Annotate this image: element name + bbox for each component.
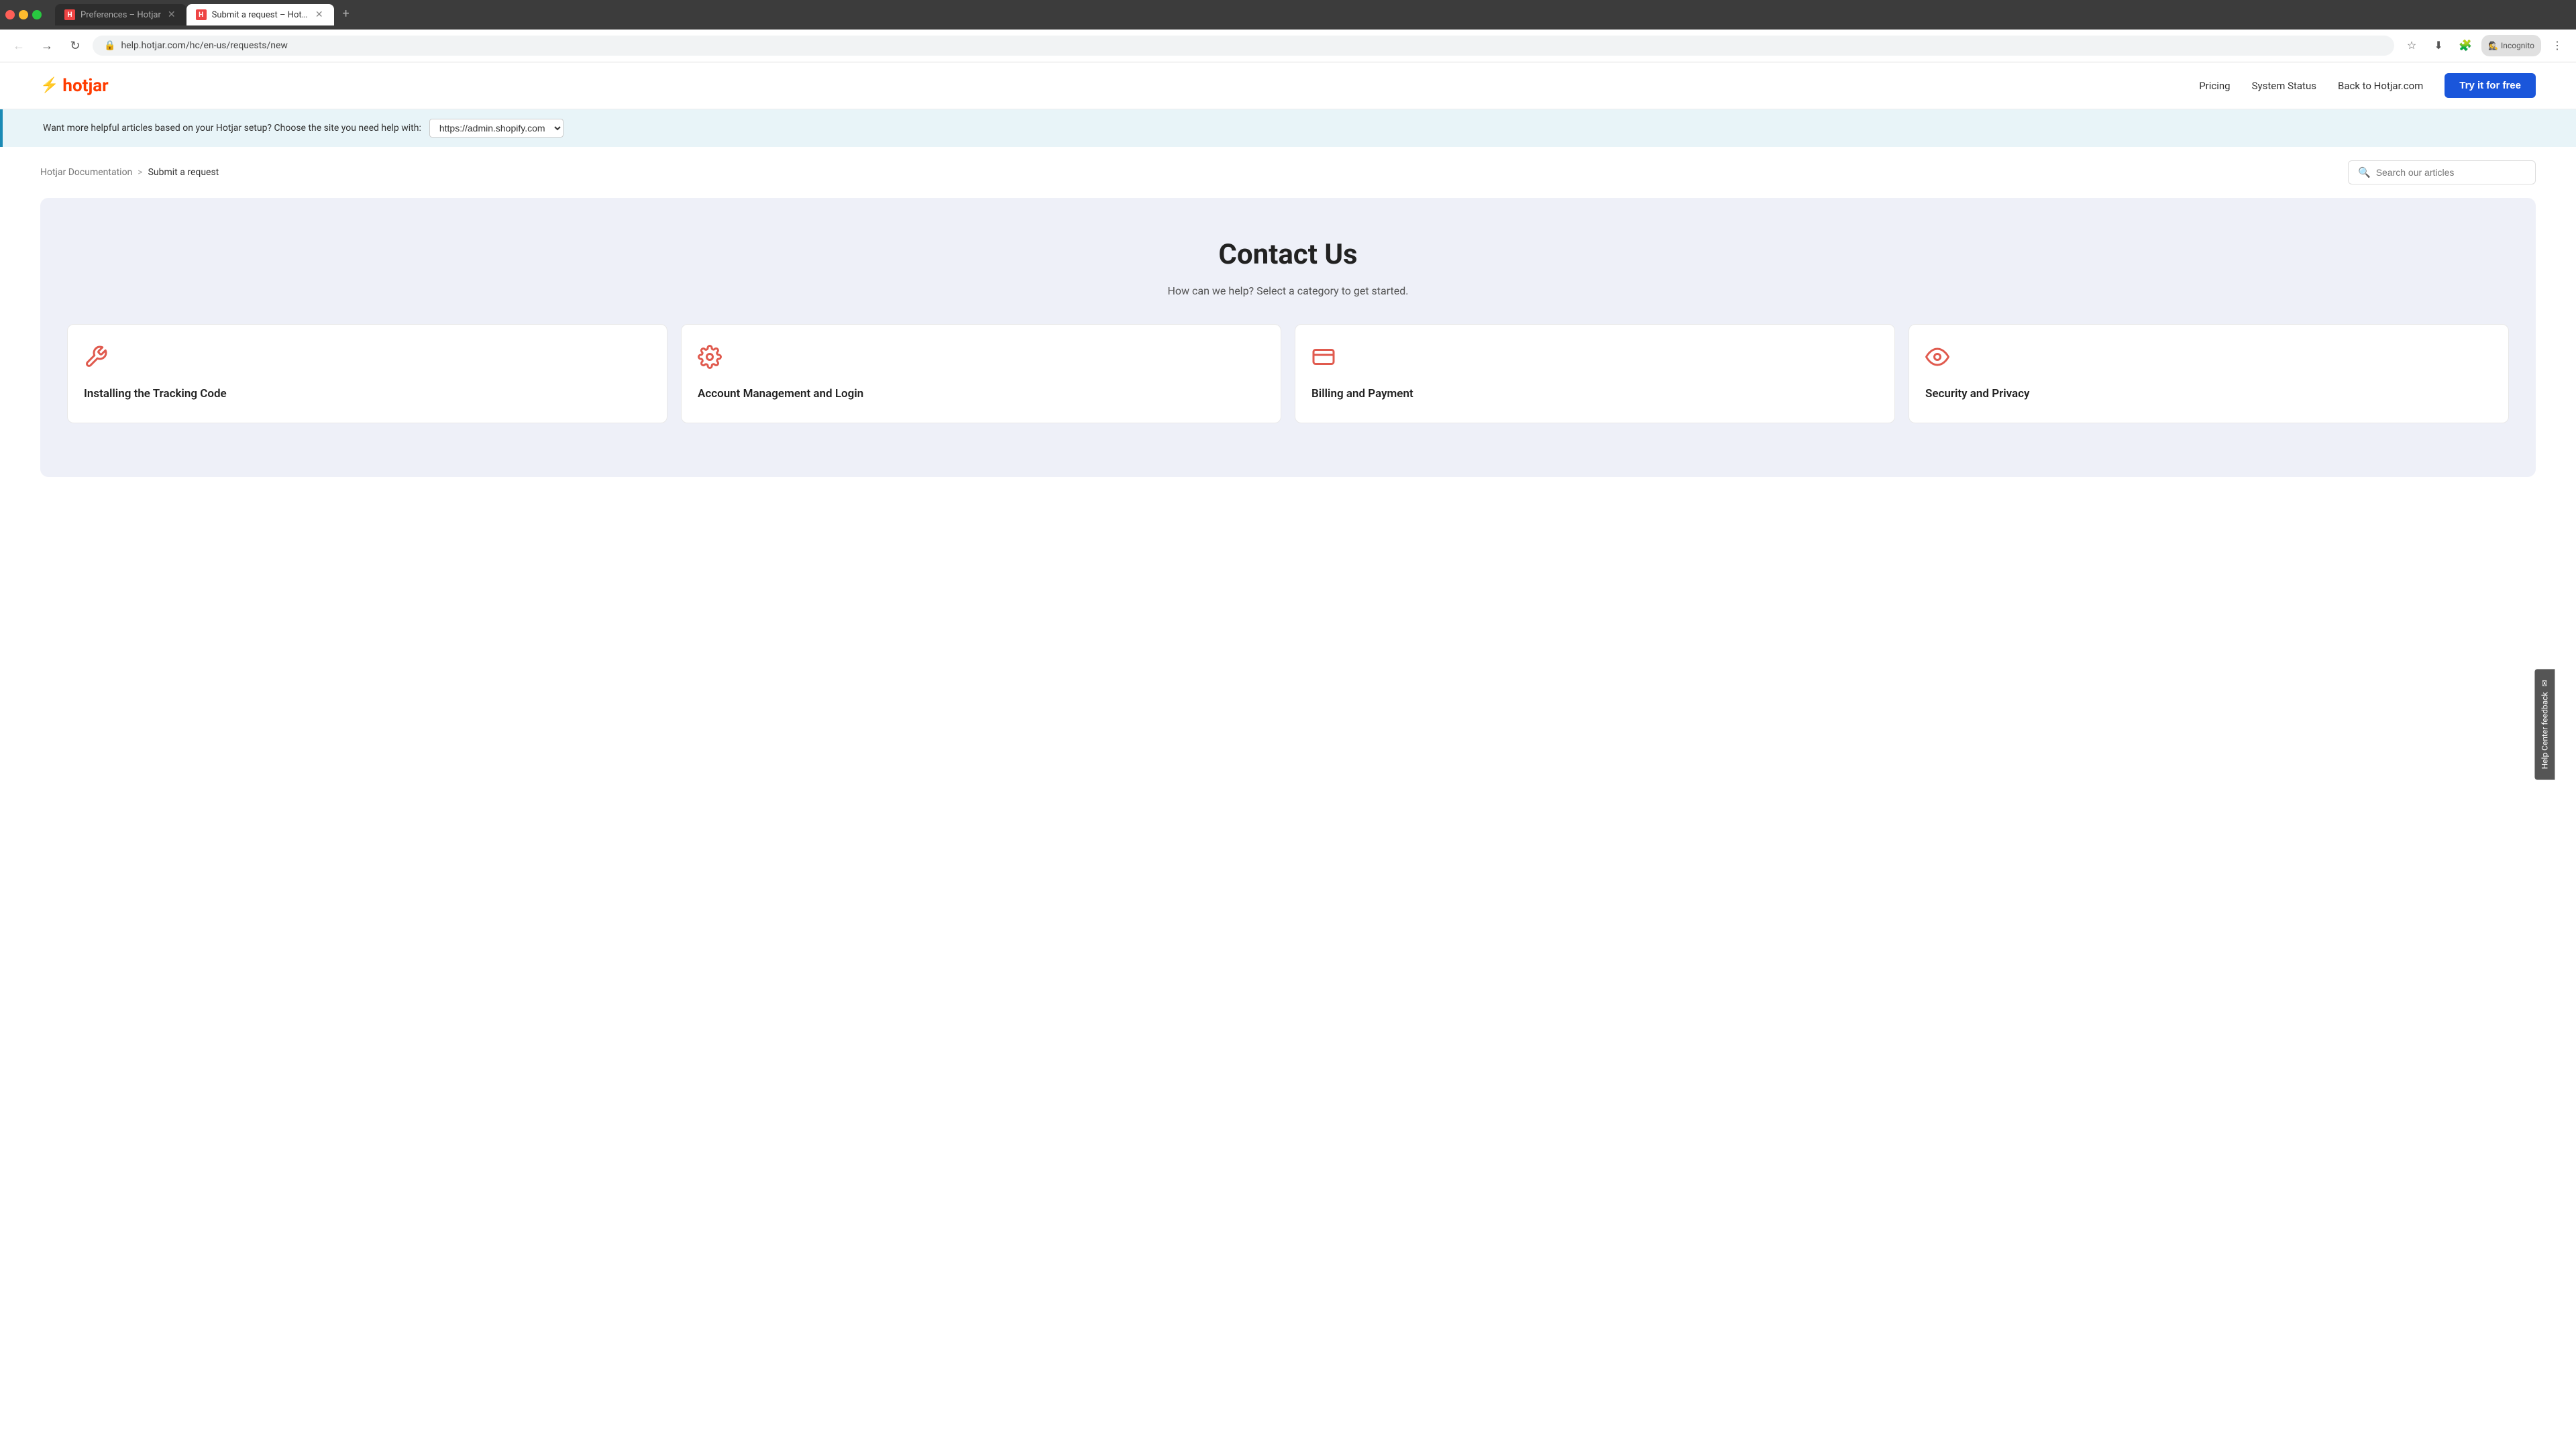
category-card-billing-title: Billing and Payment: [1311, 386, 1878, 402]
search-box[interactable]: 🔍: [2348, 160, 2536, 184]
contact-section: Contact Us How can we help? Select a cat…: [40, 198, 2536, 477]
address-text: help.hotjar.com/hc/en-us/requests/new: [121, 40, 2383, 51]
incognito-icon: 🕵️: [2488, 41, 2498, 50]
breadcrumb-area: Hotjar Documentation > Submit a request …: [0, 147, 2576, 198]
system-status-link[interactable]: System Status: [2252, 80, 2316, 92]
tab-close-1[interactable]: ✕: [166, 9, 177, 20]
tab-title-1: Preferences – Hotjar: [80, 10, 161, 20]
close-window-button[interactable]: [5, 10, 15, 19]
feedback-mail-icon: ✉: [2540, 680, 2550, 687]
contact-title: Contact Us: [67, 238, 2509, 271]
incognito-badge: 🕵️ Incognito: [2481, 35, 2541, 56]
browser-titlebar: H Preferences – Hotjar ✕ H Submit a requ…: [0, 0, 2576, 30]
minimize-window-button[interactable]: [19, 10, 28, 19]
back-to-hotjar-link[interactable]: Back to Hotjar.com: [2338, 80, 2423, 92]
site-selection-banner: Want more helpful articles based on your…: [0, 109, 2576, 147]
forward-button[interactable]: →: [36, 35, 58, 56]
menu-icon[interactable]: ⋮: [2546, 35, 2568, 56]
tab-close-2[interactable]: ✕: [314, 9, 325, 20]
refresh-button[interactable]: ↻: [64, 35, 86, 56]
site-nav: ⚡ hotjar Pricing System Status Back to H…: [0, 62, 2576, 109]
tab-favicon-2: H: [196, 9, 207, 20]
search-input[interactable]: [2376, 167, 2526, 178]
gear-icon: [698, 345, 1265, 374]
nav-icons: ☆ ⬇ 🧩 🕵️ Incognito ⋮: [2401, 35, 2568, 56]
bookmark-icon[interactable]: ☆: [2401, 35, 2422, 56]
eye-icon: [1925, 345, 2492, 374]
category-card-account-title: Account Management and Login: [698, 386, 1265, 402]
window-controls: [5, 10, 42, 19]
category-card-billing[interactable]: Billing and Payment: [1295, 324, 1895, 423]
incognito-label: Incognito: [2501, 41, 2534, 50]
category-cards: Installing the Tracking Code Account Man…: [67, 324, 2509, 423]
tab-favicon-1: H: [64, 9, 75, 20]
wrench-icon: [84, 345, 651, 374]
try-free-button[interactable]: Try it for free: [2445, 73, 2536, 98]
logo-text: hotjar: [62, 76, 108, 96]
category-card-security-title: Security and Privacy: [1925, 386, 2492, 402]
search-icon: 🔍: [2358, 166, 2371, 178]
logo-icon: ⚡: [40, 77, 58, 94]
contact-subtitle: How can we help? Select a category to ge…: [67, 284, 2509, 297]
page-wrapper: ⚡ hotjar Pricing System Status Back to H…: [0, 62, 2576, 477]
breadcrumb-current: Submit a request: [148, 167, 219, 178]
tab-preferences[interactable]: H Preferences – Hotjar ✕: [55, 4, 186, 25]
browser-chrome: H Preferences – Hotjar ✕ H Submit a requ…: [0, 0, 2576, 62]
back-button[interactable]: ←: [8, 35, 30, 56]
logo[interactable]: ⚡ hotjar: [40, 76, 109, 96]
address-lock-icon: 🔒: [104, 40, 115, 51]
address-bar[interactable]: 🔒 help.hotjar.com/hc/en-us/requests/new: [93, 36, 2394, 56]
extension-icon[interactable]: 🧩: [2455, 35, 2476, 56]
category-card-account[interactable]: Account Management and Login: [681, 324, 1281, 423]
category-card-tracking-title: Installing the Tracking Code: [84, 386, 651, 402]
breadcrumb: Hotjar Documentation > Submit a request: [40, 167, 219, 178]
category-card-tracking[interactable]: Installing the Tracking Code: [67, 324, 667, 423]
feedback-label: Help Center feedback: [2540, 692, 2550, 769]
category-card-security[interactable]: Security and Privacy: [1909, 324, 2509, 423]
banner-message: Want more helpful articles based on your…: [43, 123, 421, 133]
pricing-link[interactable]: Pricing: [2199, 80, 2230, 92]
nav-links: Pricing System Status Back to Hotjar.com…: [2199, 73, 2536, 98]
breadcrumb-separator: >: [138, 167, 142, 178]
browser-nav-bar: ← → ↻ 🔒 help.hotjar.com/hc/en-us/request…: [0, 30, 2576, 62]
download-icon[interactable]: ⬇: [2428, 35, 2449, 56]
new-tab-button[interactable]: +: [337, 4, 356, 23]
breadcrumb-parent-link[interactable]: Hotjar Documentation: [40, 167, 132, 178]
maximize-window-button[interactable]: [32, 10, 42, 19]
tab-submit-request[interactable]: H Submit a request – Hotjar Docu... ✕: [186, 4, 334, 25]
wallet-icon: [1311, 345, 1878, 374]
help-center-feedback[interactable]: Help Center feedback ✉: [2535, 669, 2555, 780]
tabs-bar: H Preferences – Hotjar ✕ H Submit a requ…: [50, 4, 2571, 25]
site-selector[interactable]: https://admin.shopify.com: [429, 119, 564, 138]
tab-title-2: Submit a request – Hotjar Docu...: [212, 10, 309, 20]
